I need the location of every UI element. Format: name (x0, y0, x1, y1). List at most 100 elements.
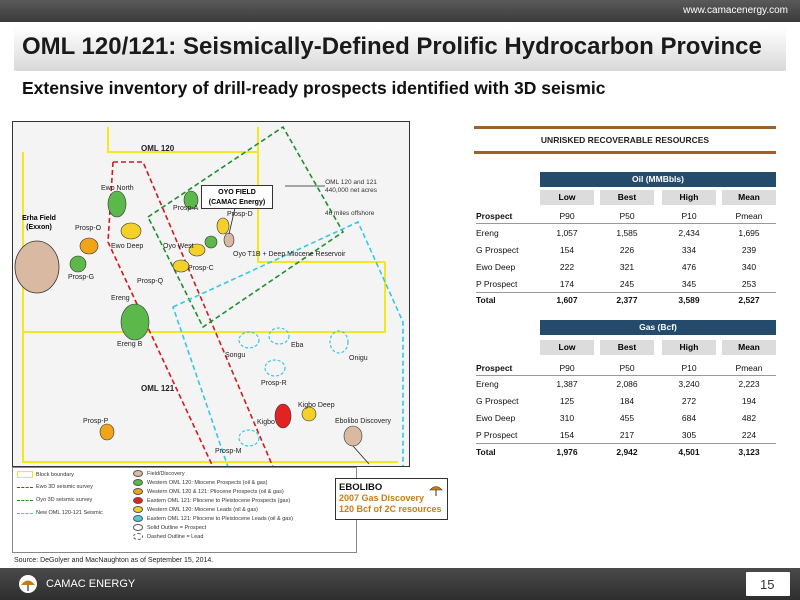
prosp-p (99, 423, 115, 441)
gas-row-value: 224 (741, 430, 757, 440)
onigu-lead (329, 330, 349, 354)
new-seismic-survey (172, 220, 404, 466)
oil-row-value: 334 (681, 245, 697, 255)
erha-field (14, 240, 60, 294)
legend-new-3d: New OML 120-121 Seismic (17, 510, 103, 516)
oyo-west-field (223, 232, 235, 248)
title-box: OML 120/121: Seismically-Defined Prolifi… (14, 27, 786, 71)
gas-row-value: 310 (559, 413, 575, 423)
page-number: 15 (760, 577, 775, 592)
oml121-boundary (22, 332, 398, 463)
oil-header-mean: Mean (722, 190, 776, 205)
label-prosp-g: Prosp-G (68, 274, 95, 281)
net-acres-line1: OML 120 and 121 (325, 179, 377, 186)
gas-divider (476, 375, 776, 376)
kigbo-prospect (274, 403, 292, 429)
oil-row-value: 239 (741, 245, 757, 255)
gas-total-value: 3,123 (738, 447, 760, 457)
label-prosp-o: Prosp-O (75, 225, 102, 232)
oil-row-value: 340 (741, 262, 757, 272)
oil-row-value: 245 (619, 279, 635, 289)
oyo-3d-survey (146, 125, 345, 329)
top-bar: www.camacenergy.com (0, 0, 800, 22)
legend-field-discovery: Field/Discovery (133, 470, 185, 477)
gas-row-value: 184 (619, 396, 635, 406)
website-url[interactable]: www.camacenergy.com (683, 5, 788, 16)
ebolibo-callout: EBOLIBO 2007 Gas Discovery 120 Bcf of 2C… (335, 478, 448, 520)
gas-header-mean: Mean (722, 340, 776, 355)
oil-row-value: 226 (619, 245, 635, 255)
gas-row-value: 455 (619, 413, 635, 423)
oml121-label: OML 121 (141, 384, 175, 393)
red-dashed-line-icon (17, 486, 33, 488)
oml120-east-boundary (257, 152, 385, 263)
label-prosp-p: Prosp-P (83, 418, 109, 425)
gas-row-name: Ewo Deep (476, 413, 516, 423)
oil-header-low: Low (540, 190, 594, 205)
ewo-north (107, 190, 127, 218)
label-ereng: Ereng (111, 295, 130, 302)
gas-header-best: Best (600, 340, 654, 355)
label-kigbo: Kigbo (257, 419, 275, 426)
oil-total-value: 2,377 (616, 295, 638, 305)
oyo-field-operator: (CAMAC Energy) (208, 199, 266, 206)
oyo-field-name: OYO FIELD (218, 189, 256, 196)
net-acres-line2: 440,000 net acres (325, 187, 378, 194)
green-dashed-line-icon (17, 499, 33, 501)
eba-lead (268, 327, 290, 345)
prosp-o (79, 237, 99, 255)
gas-subheader-p50: P50 (619, 363, 635, 373)
gas-total-divider (476, 443, 776, 444)
gas-row-value: 125 (559, 396, 575, 406)
gas-total-value: 2,942 (616, 447, 638, 457)
label-oyo-t1b: Oyo T1B + Deep Miocene Reservoir (233, 251, 346, 258)
gas-subheader-p10: P10 (681, 363, 697, 373)
legend-eastern-leads: Eastern OML 121: Pliocene to Pleistocene… (133, 515, 293, 522)
legend-oyo-3d: Oyo 3D seismic survey (17, 497, 92, 503)
brand-name: CAMAC ENERGY (46, 578, 136, 590)
gas-total-value: 4,501 (678, 447, 700, 457)
oil-row-name: Ewo Deep (476, 262, 516, 272)
solid-outline-icon (133, 524, 143, 531)
yellow-box-icon (17, 471, 33, 478)
gas-row-name: G Prospect (476, 396, 519, 406)
oil-row-name: Ereng (476, 228, 499, 238)
oil-subheader-pmean: Pmean (735, 211, 763, 221)
resources-title: UNRISKED RECOVERABLE RESOURCES (474, 126, 776, 154)
camac-logo-icon (19, 575, 37, 593)
gas-row-value: 2,086 (616, 379, 638, 389)
gas-band: Gas (Bcf) (540, 320, 776, 335)
ereng-prospect (120, 303, 150, 341)
gas-row-value: 217 (619, 430, 635, 440)
label-ewo-deep: Ewo Deep (111, 243, 144, 250)
gas-row-value: 2,223 (738, 379, 760, 389)
ebolibo-line2: 120 Bcf of 2C resources (339, 504, 442, 514)
cyan-dot-icon (133, 515, 143, 522)
label-songu: Songu (225, 352, 246, 359)
gas-total-value: 1,976 (556, 447, 578, 457)
prosp-q (172, 259, 190, 273)
legend-eastern-pliocene: Eastern OML 121: Pliocene to Pleistocene… (133, 497, 290, 504)
gas-row-value: 684 (681, 413, 697, 423)
oil-band: Oil (MMBbls) (540, 172, 776, 187)
oil-total-label: Total (476, 295, 496, 305)
label-prosp-c: Prosp-C (188, 265, 214, 272)
legend-ewo-3d: Ewo 3D seismic survey (17, 484, 93, 490)
page-subtitle: Extensive inventory of drill-ready prosp… (22, 78, 606, 98)
label-eba: Eba (291, 342, 304, 349)
kigbo-deep-prospect (301, 406, 317, 422)
legend-western-miocene: Western OML 120: Miocene Prospects (oil … (133, 479, 267, 486)
gas-row-value: 305 (681, 430, 697, 440)
camac-umbrella-icon (429, 486, 443, 496)
label-prosp-m: Prosp-M (215, 448, 242, 455)
oil-total-divider (476, 292, 776, 293)
gas-subheader-p90: P90 (559, 363, 575, 373)
prosp-d (216, 217, 230, 235)
label-ereng-b: Ereng B (117, 341, 143, 348)
oil-row-value: 476 (681, 262, 697, 272)
gas-header-high: High (662, 340, 716, 355)
label-ewo-north: Ewo North (101, 185, 134, 192)
bottom-bar: CAMAC ENERGY 15 (0, 568, 800, 600)
oil-row-name: G Prospect (476, 245, 519, 255)
label-oyo-west: Oyo West (163, 243, 194, 250)
